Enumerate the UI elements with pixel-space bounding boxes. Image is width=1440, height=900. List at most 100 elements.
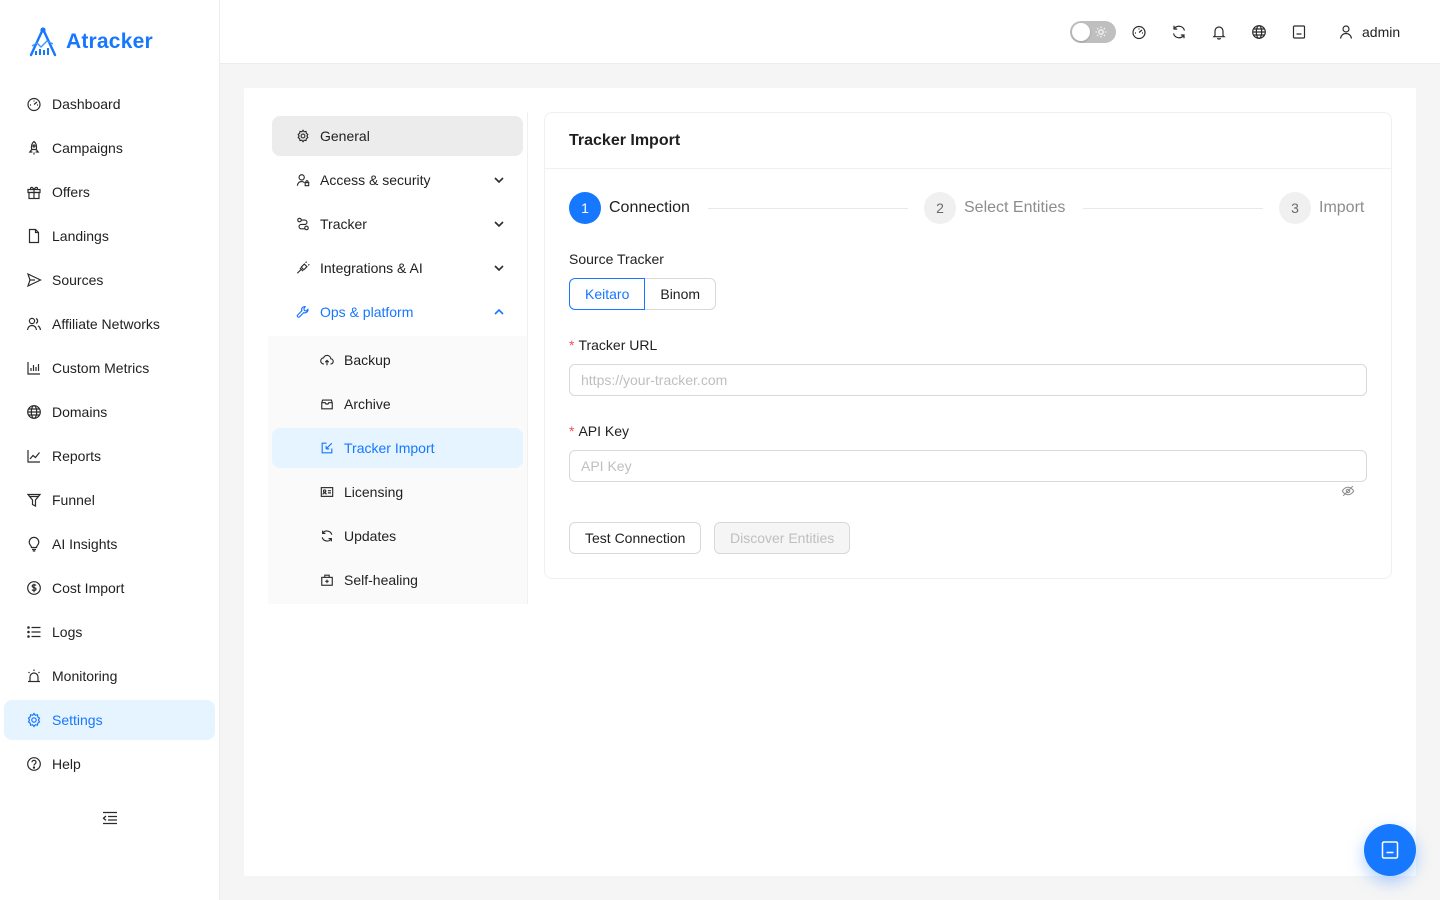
ai-assistant-button[interactable] [1364, 824, 1416, 876]
nav-sources[interactable]: Sources [4, 260, 215, 300]
content-card: General Access & security Tracker Integr… [244, 88, 1416, 876]
nav-settings[interactable]: Settings [4, 700, 215, 740]
sync-icon[interactable] [1171, 24, 1187, 40]
nav-label: Affiliate Networks [52, 316, 160, 332]
step-title: Connection [609, 199, 690, 216]
api-key-label-text: API Key [578, 423, 630, 439]
step-title: Import [1319, 199, 1365, 216]
nav-label: Offers [52, 184, 90, 200]
nav-label: Domains [52, 404, 108, 420]
globe-icon [27, 405, 41, 419]
nav-label: AI Insights [52, 536, 118, 552]
globe-icon[interactable] [1251, 24, 1267, 40]
app-logo[interactable]: Atracker [26, 26, 153, 58]
source-tracker-selector: Keitaro Binom [569, 278, 717, 310]
nav-monitoring[interactable]: Monitoring [4, 656, 215, 696]
tracker-url-label-text: Tracker URL [578, 337, 658, 353]
api-key-input[interactable] [569, 450, 1367, 482]
nav-affiliate-networks[interactable]: Affiliate Networks [4, 304, 215, 344]
theme-toggle[interactable] [1070, 21, 1116, 43]
toggle-knob [1072, 23, 1090, 41]
eye-invisible-icon[interactable] [1341, 484, 1355, 498]
bell-icon[interactable] [1211, 24, 1227, 40]
settings-item-label: Licensing [344, 484, 404, 500]
top-header: admin [220, 0, 1440, 64]
nav-label: Dashboard [52, 96, 121, 112]
nav-custom-metrics[interactable]: Custom Metrics [4, 348, 215, 388]
nav-campaigns[interactable]: Campaigns [4, 128, 215, 168]
tracker-url-input[interactable] [569, 364, 1367, 396]
settings-item-general[interactable]: General [272, 116, 523, 156]
chevron-down-icon [494, 177, 504, 184]
logo-icon [29, 27, 57, 57]
nav-label: Campaigns [52, 140, 123, 156]
nav-help[interactable]: Help [4, 744, 215, 784]
tracker-url-label: * Tracker URL [569, 337, 657, 353]
source-option-binom[interactable]: Binom [645, 278, 717, 310]
step-import: 3 Import [1279, 192, 1364, 224]
settings-menu: General Access & security Tracker Integr… [268, 112, 528, 604]
test-connection-button[interactable]: Test Connection [569, 522, 702, 554]
step-number: 2 [924, 192, 956, 224]
nav-label: Settings [52, 712, 103, 728]
step-title: Select Entities [964, 199, 1066, 216]
step-divider [708, 208, 908, 209]
user-menu[interactable]: admin [1338, 22, 1400, 42]
tracker-icon [297, 217, 309, 231]
dollar-icon [27, 581, 41, 595]
nav-dashboard[interactable]: Dashboard [4, 84, 215, 124]
nav-landings[interactable]: Landings [4, 216, 215, 256]
list-icon [27, 626, 41, 638]
settings-item-label: Updates [344, 528, 397, 544]
sun-icon [1095, 26, 1107, 38]
sidebar: Atracker Dashboard Campaigns Offers Land… [0, 0, 220, 900]
gear-icon [27, 712, 41, 728]
settings-item-label: Self-healing [344, 572, 418, 588]
nav-ai-insights[interactable]: AI Insights [4, 524, 215, 564]
settings-sub-self-healing[interactable]: Self-healing [272, 560, 523, 600]
source-option-keitaro[interactable]: Keitaro [569, 278, 646, 310]
rocket-icon [28, 140, 40, 155]
nav-domains[interactable]: Domains [4, 392, 215, 432]
settings-sub-backup[interactable]: Backup [272, 340, 523, 380]
send-icon [26, 272, 42, 288]
settings-item-label: General [320, 128, 370, 144]
discover-entities-button[interactable]: Discover Entities [714, 522, 851, 554]
step-connection: 1 Connection [569, 192, 690, 224]
user-icon [1339, 25, 1353, 39]
question-icon [27, 757, 41, 771]
settings-sub-licensing[interactable]: Licensing [272, 472, 523, 512]
required-mark: * [569, 337, 575, 353]
line-chart-icon [27, 450, 40, 463]
nav-reports[interactable]: Reports [4, 436, 215, 476]
required-mark: * [569, 423, 575, 439]
nav-offers[interactable]: Offers [4, 172, 215, 212]
file-icon [28, 228, 40, 244]
user-lock-icon [296, 174, 310, 187]
cloud-backup-icon [320, 354, 334, 366]
menu-fold-icon[interactable] [101, 810, 119, 826]
settings-item-label: Archive [344, 396, 391, 412]
tool-icon [296, 306, 309, 318]
settings-item-integrations[interactable]: Integrations & AI [272, 248, 523, 288]
robot-icon[interactable] [1291, 24, 1307, 40]
settings-item-tracker[interactable]: Tracker [272, 204, 523, 244]
nav-label: Reports [52, 448, 102, 464]
bulb-icon [28, 536, 40, 552]
dashboard-icon[interactable] [1131, 24, 1147, 40]
sync-icon [321, 530, 333, 542]
dashboard-icon [27, 97, 41, 112]
tracker-import-panel: Tracker Import 1 Connection 2 Select Ent… [544, 112, 1392, 579]
settings-sub-updates[interactable]: Updates [272, 516, 523, 556]
step-number: 3 [1279, 192, 1311, 224]
settings-item-access-security[interactable]: Access & security [272, 160, 523, 200]
settings-item-ops-platform[interactable]: Ops & platform [272, 292, 523, 332]
nav-cost-import[interactable]: Cost Import [4, 568, 215, 608]
settings-sub-archive[interactable]: Archive [272, 384, 523, 424]
nav-logs[interactable]: Logs [4, 612, 215, 652]
nav-funnel[interactable]: Funnel [4, 480, 215, 520]
funnel-icon [26, 493, 42, 507]
settings-item-label: Integrations & AI [320, 260, 423, 276]
bar-chart-icon [27, 362, 40, 375]
settings-sub-tracker-import[interactable]: Tracker Import [272, 428, 523, 468]
